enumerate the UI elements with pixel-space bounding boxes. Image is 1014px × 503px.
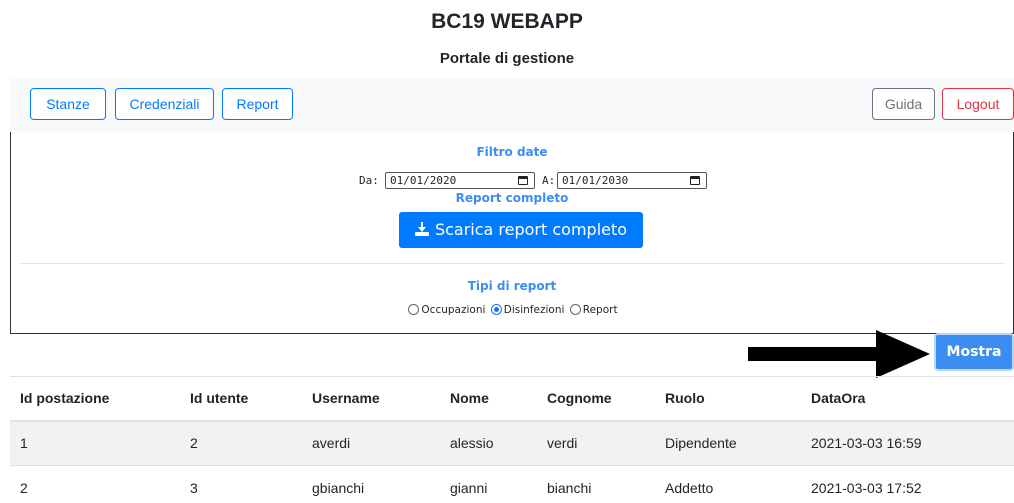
table-cell: gianni bbox=[440, 465, 537, 503]
report-type-radio-group: Occupazioni Disinfezioni Report bbox=[11, 304, 1013, 316]
radio-report-label: Report bbox=[582, 304, 618, 316]
column-header: DataOra bbox=[801, 376, 1014, 422]
table-cell: 2021-03-03 17:52 bbox=[801, 465, 1014, 503]
table-cell: verdi bbox=[537, 420, 655, 466]
to-label: A: bbox=[542, 174, 556, 187]
table-cell: 2 bbox=[10, 465, 180, 503]
to-date-input[interactable]: 01/01/2030 bbox=[557, 172, 707, 189]
logout-button[interactable]: Logout bbox=[942, 88, 1014, 120]
nav-stanze-button[interactable]: Stanze bbox=[30, 88, 106, 120]
from-date-input[interactable]: 01/01/2020 bbox=[385, 172, 535, 189]
guide-button[interactable]: Guida bbox=[872, 88, 935, 120]
table-cell: gbianchi bbox=[302, 465, 440, 503]
from-label: Da: bbox=[359, 174, 379, 187]
date-range-row: Da: 01/01/2020 A: 01/01/2030 bbox=[11, 172, 1013, 190]
radio-disinfezioni-label: Disinfezioni bbox=[503, 304, 565, 316]
calendar-icon[interactable] bbox=[518, 176, 528, 185]
show-button[interactable]: Mostra bbox=[934, 333, 1014, 371]
radio-disinfezioni[interactable] bbox=[490, 304, 502, 315]
table-cell: averdi bbox=[302, 420, 440, 466]
download-full-report-button[interactable]: Scarica report completo bbox=[399, 212, 643, 248]
table-cell: Addetto bbox=[655, 465, 801, 503]
date-filter-title: Filtro date bbox=[476, 145, 548, 159]
column-header: Id utente bbox=[180, 376, 302, 422]
table-cell: 2021-03-03 16:59 bbox=[801, 420, 1014, 466]
to-date-value: 01/01/2030 bbox=[562, 174, 629, 187]
column-header: Id postazione bbox=[10, 376, 180, 422]
radio-occupazioni-label: Occupazioni bbox=[421, 304, 486, 316]
table-cell: 1 bbox=[10, 420, 180, 466]
nav-report-button[interactable]: Report bbox=[222, 88, 293, 120]
download-icon bbox=[414, 222, 429, 236]
column-header: Ruolo bbox=[655, 376, 801, 422]
column-header: Cognome bbox=[537, 376, 655, 422]
table-cell: Dipendente bbox=[655, 420, 801, 466]
nav-credenziali-button[interactable]: Credenziali bbox=[115, 88, 214, 120]
table-cell: alessio bbox=[440, 420, 537, 466]
table-row: 1 2 averdi alessio verdi Dipendente 2021… bbox=[10, 420, 1014, 466]
app-subtitle: Portale di gestione bbox=[439, 50, 575, 67]
report-table: Id postazione Id utente Username Nome Co… bbox=[10, 376, 1014, 503]
app-title: BC19 WEBAPP bbox=[431, 10, 583, 33]
table-cell: bianchi bbox=[537, 465, 655, 503]
report-filter-panel: Filtro date Da: 01/01/2020 A: 01/01/2030… bbox=[10, 132, 1014, 334]
table-cell: 3 bbox=[180, 465, 302, 503]
arrow-right-icon bbox=[748, 330, 930, 378]
report-types-title: Tipi di report bbox=[467, 279, 557, 293]
download-button-label: Scarica report completo bbox=[434, 220, 628, 239]
full-report-title: Report completo bbox=[455, 191, 569, 205]
table-row: 2 3 gbianchi gianni bianchi Addetto 2021… bbox=[10, 465, 1014, 503]
radio-occupazioni[interactable] bbox=[408, 304, 420, 315]
divider bbox=[21, 263, 1005, 264]
navbar: Stanze Credenziali Report Guida Logout bbox=[10, 78, 1014, 132]
radio-report[interactable] bbox=[569, 304, 581, 315]
column-header: Username bbox=[302, 376, 440, 422]
calendar-icon[interactable] bbox=[690, 176, 700, 185]
table-cell: 2 bbox=[180, 420, 302, 466]
table-header-row: Id postazione Id utente Username Nome Co… bbox=[10, 376, 1014, 422]
column-header: Nome bbox=[440, 376, 537, 422]
from-date-value: 01/01/2020 bbox=[390, 174, 457, 187]
